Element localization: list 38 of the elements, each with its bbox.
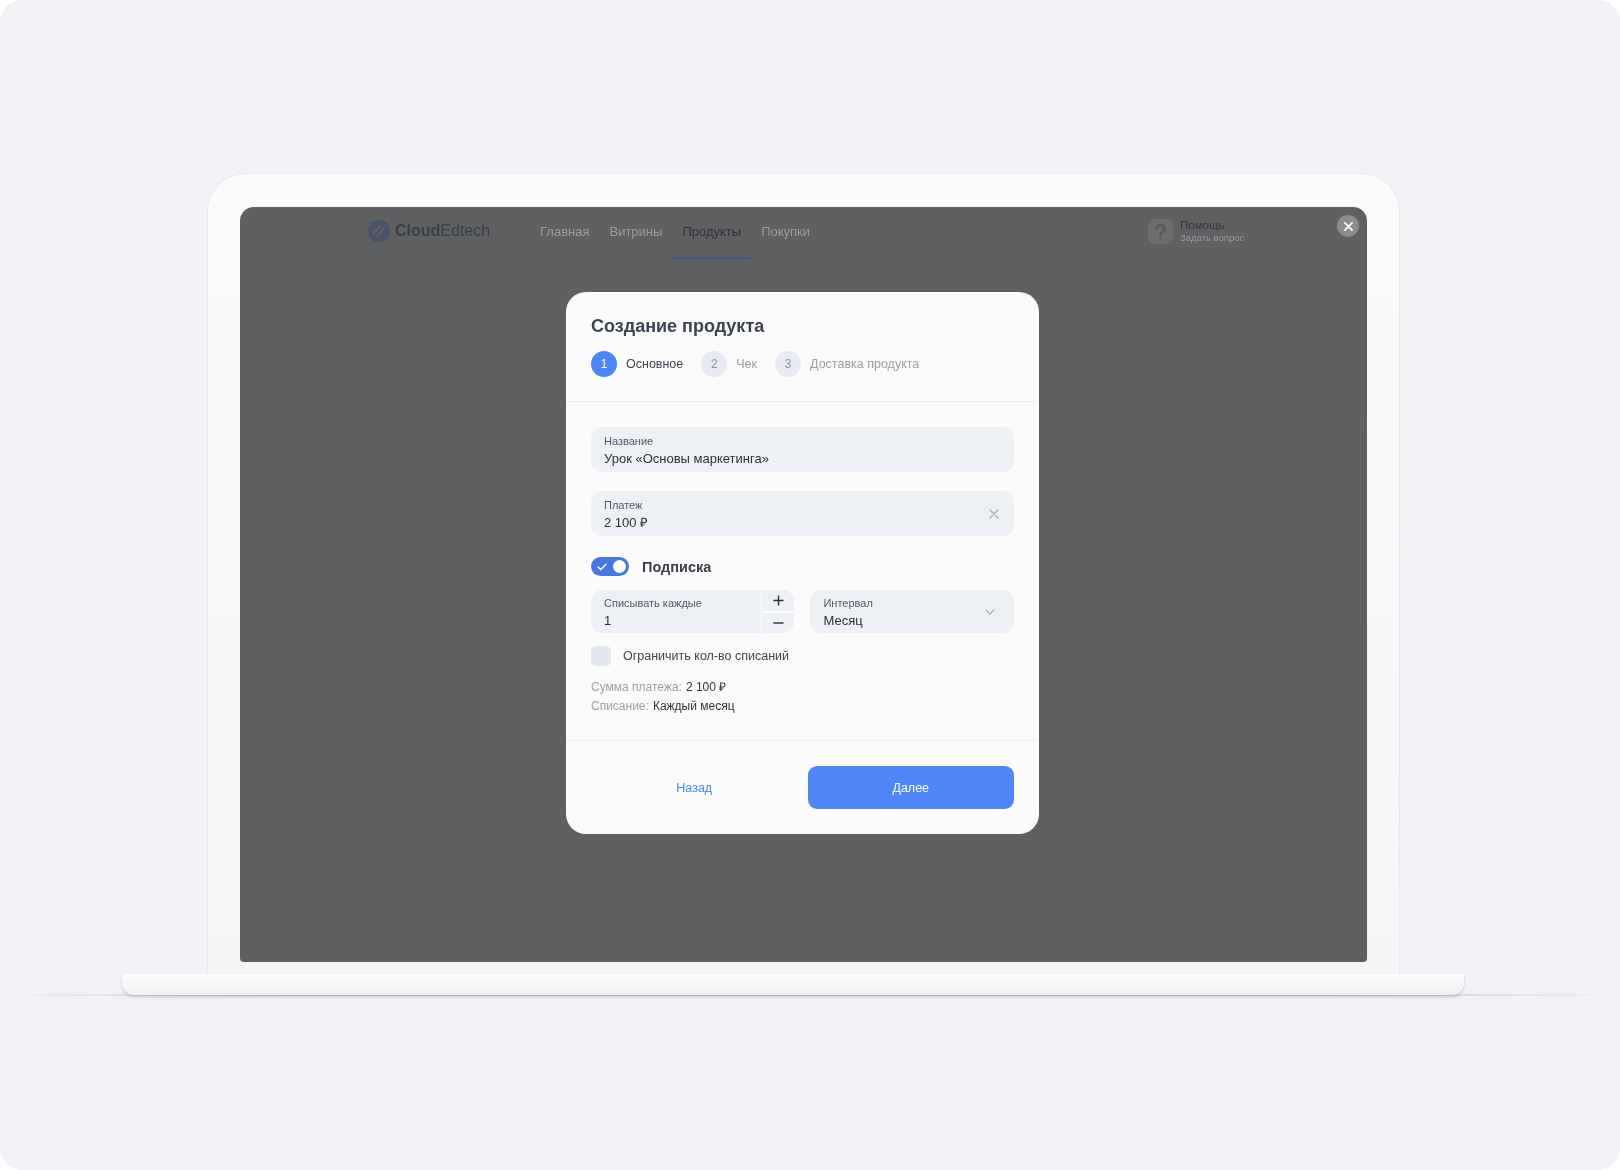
step-label: Доставка продукта (810, 357, 920, 371)
clear-icon (989, 508, 999, 519)
minus-icon (772, 621, 784, 624)
text-field[interactable]: Название Урок «Основы маркетинга» (591, 427, 1014, 472)
nav-tab[interactable]: Главная (530, 207, 600, 259)
summary-label: Сумма платежа: (591, 679, 682, 696)
field-label: Платеж (604, 498, 644, 512)
logo-icon (368, 220, 390, 242)
decrement-button[interactable] (762, 612, 795, 633)
nav-tab[interactable]: Витрины (599, 207, 673, 259)
modal-title: Создание продукта (591, 315, 766, 338)
limit-checkbox[interactable] (591, 646, 611, 666)
field-label: Интервал (823, 596, 874, 610)
increment-button[interactable] (762, 590, 795, 611)
step-label: Чек (736, 357, 758, 371)
summary-value: 2 100 ₽ (685, 679, 727, 696)
nav-tab[interactable]: Покупки (751, 207, 821, 259)
step-number: 1 (591, 351, 617, 377)
toggle-label: Подписка (642, 558, 712, 575)
check-icon (597, 562, 607, 571)
close-icon (1343, 221, 1353, 231)
step-label: Основное (626, 357, 684, 371)
next-button[interactable]: Далее (807, 766, 1014, 809)
text-field[interactable]: Платеж 2 100 ₽ (591, 491, 1014, 536)
chevron-down-icon (985, 608, 995, 615)
interval-select[interactable]: Интервал Месяц (810, 590, 1014, 633)
summary-value: Каждый месяц (652, 698, 735, 715)
checkbox-label: Ограничить кол-во списаний (623, 649, 789, 663)
summary-label: Списание: (591, 698, 649, 715)
back-button[interactable]: Назад (591, 766, 798, 809)
step-number: 3 (775, 351, 802, 377)
field-label: Списывать каждые (604, 596, 703, 610)
step-number: 2 (701, 351, 728, 377)
subscription-toggle[interactable] (591, 557, 629, 576)
plus-icon (772, 594, 784, 606)
close-button[interactable] (1337, 215, 1359, 237)
number-field[interactable]: Списывать каждые 1 (591, 590, 762, 633)
field-label: Название (604, 434, 655, 448)
